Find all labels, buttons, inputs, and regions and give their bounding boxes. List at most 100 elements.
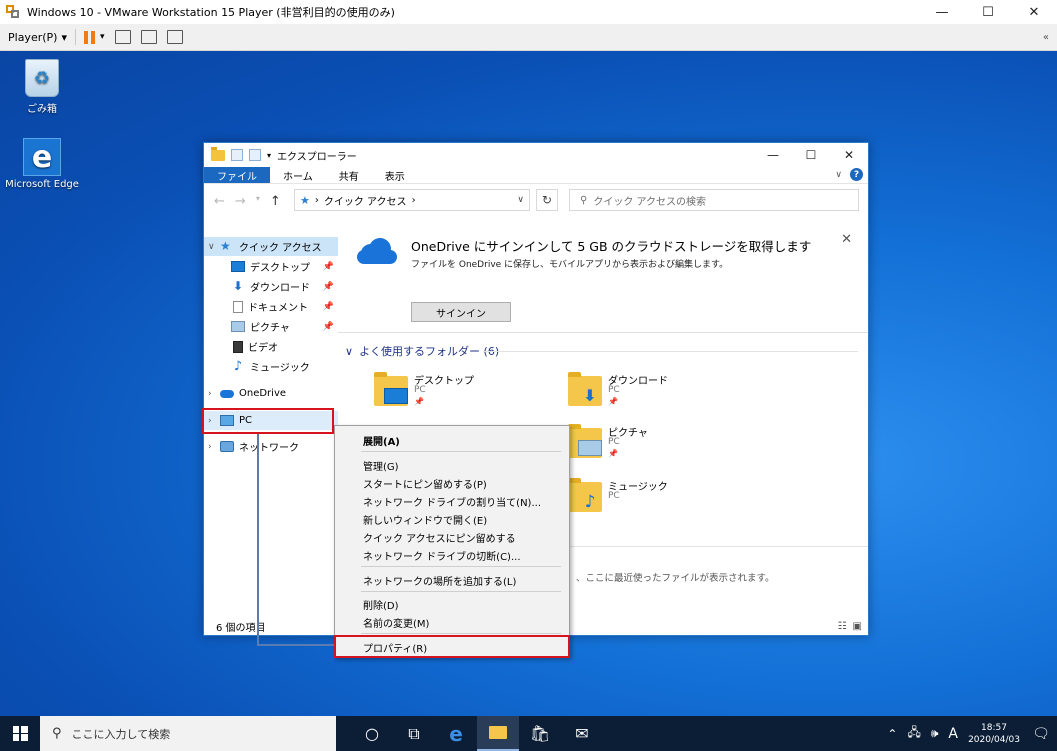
folder-location: PC: [608, 437, 620, 447]
signin-button[interactable]: サインイン: [411, 302, 511, 322]
help-icon[interactable]: ?: [850, 168, 863, 181]
unity-icon[interactable]: [166, 30, 183, 44]
chevron-down-icon[interactable]: ∨: [517, 195, 524, 205]
send-ctrl-alt-del-icon[interactable]: [114, 30, 131, 44]
edge-icon[interactable]: e: [435, 716, 477, 751]
chevron-right-icon[interactable]: ›: [208, 389, 220, 399]
search-icon: ⚲: [52, 726, 62, 741]
mail-icon[interactable]: ✉: [561, 716, 603, 751]
maximize-button[interactable]: ☐: [792, 143, 830, 167]
nav-item-label: ドキュメント: [248, 303, 308, 314]
search-input[interactable]: ⚲ クイック アクセスの検索: [569, 189, 859, 211]
taskbar-apps: ○ ⧉ e 🛍 ✉: [351, 716, 603, 751]
address-bar[interactable]: ★ › クイック アクセス › ∨: [294, 189, 530, 211]
volume-icon[interactable]: 🕪: [926, 726, 944, 741]
tab-file[interactable]: ファイル: [204, 167, 270, 183]
frequent-folders-header[interactable]: ∨ よく使用するフォルダー (6): [345, 343, 499, 359]
explorer-title: エクスプローラー: [277, 151, 357, 163]
nav-item-music[interactable]: ♪ ミュージック: [204, 357, 338, 376]
annotation-connector: [257, 433, 259, 645]
breadcrumb[interactable]: クイック アクセス: [324, 193, 407, 208]
menu-item-delete[interactable]: 削除(D): [363, 597, 399, 612]
menu-item-add-network-location[interactable]: ネットワークの場所を追加する(L): [363, 573, 516, 588]
cortana-icon[interactable]: ○: [351, 716, 393, 751]
customize-qat-icon[interactable]: ▾: [267, 151, 271, 160]
back-arrow-icon[interactable]: ←: [214, 194, 225, 209]
menu-item-manage[interactable]: 管理(G): [363, 458, 399, 473]
minimize-button[interactable]: —: [919, 0, 965, 24]
chevron-right-icon[interactable]: ›: [208, 442, 220, 452]
tab-share[interactable]: 共有: [326, 167, 372, 183]
collapse-toolbar-button[interactable]: «: [1043, 32, 1049, 43]
onedrive-cloud-icon: [220, 389, 234, 398]
ime-indicator[interactable]: A: [943, 726, 963, 742]
nav-item-quick-access[interactable]: ∨ ★ クイック アクセス: [204, 237, 338, 256]
nav-item-documents[interactable]: ドキュメント 📌: [204, 297, 338, 316]
nav-item-onedrive[interactable]: › OneDrive: [204, 384, 338, 403]
folder-location: PC: [414, 385, 426, 395]
desktop-icon-recycle-bin[interactable]: ♻ ごみ箱: [2, 59, 82, 115]
download-icon: ⬇: [232, 279, 244, 293]
folder-tile-desktop[interactable]: デスクトップ PC 📌: [374, 372, 524, 418]
fullscreen-icon[interactable]: [140, 30, 157, 44]
menu-item-open-new-window[interactable]: 新しいウィンドウで開く(E): [363, 512, 487, 527]
details-view-icon[interactable]: ☷: [838, 621, 847, 632]
desktop-icon-label: ごみ箱: [27, 104, 57, 115]
search-placeholder: クイック アクセスの検索: [593, 196, 707, 208]
large-icons-view-icon[interactable]: ▣: [853, 621, 862, 632]
recent-locations-icon[interactable]: ▾: [256, 194, 260, 209]
minimize-button[interactable]: —: [754, 143, 792, 167]
player-menu[interactable]: Player(P) ▾: [8, 31, 67, 44]
nav-item-downloads[interactable]: ⬇ ダウンロード 📌: [204, 277, 338, 296]
up-arrow-icon[interactable]: ↑: [270, 194, 281, 209]
vm-window-controls: — ☐ ✕: [919, 0, 1057, 24]
store-icon[interactable]: 🛍: [519, 716, 561, 751]
close-button[interactable]: ✕: [1011, 0, 1057, 24]
pause-icon[interactable]: [83, 30, 95, 44]
highlight-properties: [334, 635, 570, 658]
chevron-up-icon[interactable]: ⌃: [882, 727, 902, 741]
expand-ribbon-icon[interactable]: ∨: [835, 170, 842, 180]
close-icon[interactable]: ✕: [841, 232, 852, 247]
menu-item-map-network-drive[interactable]: ネットワーク ドライブの割り当て(N)...: [363, 494, 541, 509]
forward-arrow-icon[interactable]: →: [235, 194, 246, 209]
chevron-down-icon[interactable]: ▾: [100, 32, 105, 42]
desktop-icon-edge[interactable]: e Microsoft Edge: [2, 138, 82, 190]
nav-item-label: ビデオ: [248, 343, 278, 354]
menu-item-pin-to-start[interactable]: スタートにピン留めする(P): [363, 476, 487, 491]
properties-icon[interactable]: [231, 149, 243, 161]
folder-tile-music[interactable]: ♪ ミュージック PC: [568, 478, 718, 524]
nav-item-network[interactable]: › ネットワーク: [204, 437, 338, 456]
clock[interactable]: 18:57 2020/04/03: [963, 722, 1025, 746]
file-explorer-icon[interactable]: [477, 716, 519, 751]
menu-item-pin-to-quick-access[interactable]: クイック アクセスにピン留めする: [363, 530, 516, 545]
chevron-down-icon[interactable]: ∨: [208, 242, 220, 252]
taskbar-search-input[interactable]: ⚲ ここに入力して検索: [40, 716, 336, 751]
taskbar: ⚲ ここに入力して検索 ○ ⧉ e 🛍 ✉ ⌃ 🖧 🕪 A 18:57 2020…: [0, 716, 1057, 751]
new-folder-icon[interactable]: [249, 149, 261, 161]
notification-icon[interactable]: 🗨: [1025, 726, 1057, 742]
tab-view[interactable]: 表示: [372, 167, 418, 183]
pin-icon: 📌: [322, 301, 334, 312]
close-button[interactable]: ✕: [830, 143, 868, 167]
banner-title: OneDrive にサインインして 5 GB のクラウドストレージを取得します: [411, 239, 812, 254]
nav-arrows: ← → ▾ ↑: [214, 194, 281, 209]
menu-item-disconnect-network-drive[interactable]: ネットワーク ドライブの切断(C)...: [363, 548, 521, 563]
start-button[interactable]: [0, 716, 40, 751]
folder-tile-pictures[interactable]: ピクチャ PC 📌: [568, 424, 718, 470]
tab-home[interactable]: ホーム: [270, 167, 326, 183]
folder-tile-downloads[interactable]: ⬇ ダウンロード PC 📌: [568, 372, 718, 418]
maximize-button[interactable]: ☐: [965, 0, 1011, 24]
pin-icon: 📌: [322, 321, 334, 332]
desktop-icon-label: Microsoft Edge: [5, 179, 79, 190]
nav-item-desktop[interactable]: デスクトップ 📌: [204, 257, 338, 276]
nav-item-label: OneDrive: [239, 388, 287, 399]
refresh-button[interactable]: ↻: [536, 189, 558, 211]
nav-item-videos[interactable]: ビデオ: [204, 337, 338, 356]
menu-item-expand[interactable]: 展開(A): [363, 433, 400, 448]
nav-item-pictures[interactable]: ピクチャ 📌: [204, 317, 338, 336]
task-view-icon[interactable]: ⧉: [393, 716, 435, 751]
menu-item-rename[interactable]: 名前の変更(M): [363, 615, 429, 630]
network-tray-icon[interactable]: 🖧: [902, 723, 925, 744]
ribbon-controls: ∨ ?: [835, 168, 863, 181]
